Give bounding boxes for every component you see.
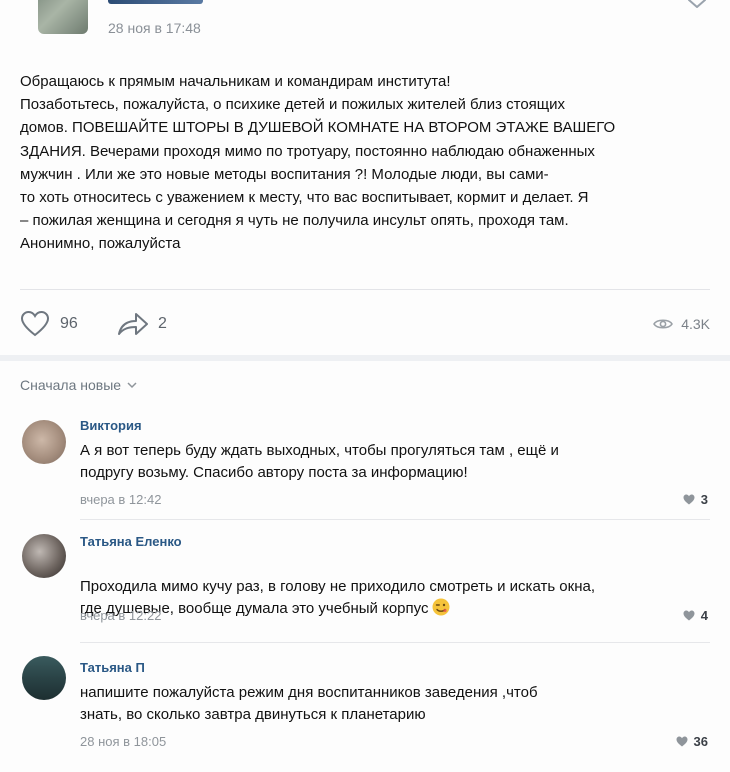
post-text: Обращаюсь к прямым начальникам и команди… bbox=[20, 73, 616, 253]
section-divider bbox=[0, 355, 730, 361]
share-arrow-icon bbox=[118, 313, 148, 335]
comment-author[interactable]: Виктория bbox=[80, 418, 142, 433]
heart-icon bbox=[683, 610, 695, 621]
comment-like-button[interactable]: 4 bbox=[683, 608, 708, 623]
comment-date[interactable]: 28 ноя в 18:05 bbox=[80, 734, 166, 749]
comment-text: напишите пожалуйста режим дня воспитанни… bbox=[80, 684, 538, 723]
comment-date[interactable]: вчера в 12:42 bbox=[80, 492, 161, 507]
comment-like-count: 36 bbox=[693, 734, 708, 749]
author-name[interactable] bbox=[108, 0, 203, 4]
comment-like-count: 4 bbox=[700, 608, 708, 623]
avatar[interactable] bbox=[22, 656, 66, 700]
comment-text: А я вот теперь буду ждать выходных, чтоб… bbox=[80, 442, 559, 481]
avatar[interactable] bbox=[22, 534, 66, 578]
like-button[interactable]: 96 bbox=[20, 308, 78, 340]
comment-like-count: 3 bbox=[700, 492, 708, 507]
comment-author[interactable]: Татьяна П bbox=[80, 660, 145, 675]
comment: Виктория А я вот теперь буду ждать выход… bbox=[0, 412, 730, 522]
views-count: 4.3K bbox=[681, 316, 710, 332]
eye-icon bbox=[653, 319, 674, 329]
comments-sort-dropdown[interactable]: Сначала новые bbox=[20, 377, 137, 393]
sort-label: Сначала новые bbox=[20, 377, 122, 393]
post-actions: 96 2 4.3K bbox=[20, 308, 710, 340]
views: 4.3K bbox=[653, 308, 710, 340]
author-avatar[interactable] bbox=[38, 0, 88, 34]
avatar[interactable] bbox=[22, 420, 66, 464]
comment-date[interactable]: вчера в 12:22 bbox=[80, 608, 161, 623]
comment-text: Проходила мимо кучу раз, в голову не при… bbox=[80, 554, 710, 620]
comment: Татьяна Еленко Проходила мимо кучу раз, … bbox=[0, 524, 730, 646]
share-button[interactable]: 2 bbox=[116, 308, 167, 340]
winking-face-emoji bbox=[432, 598, 450, 616]
comment-like-button[interactable]: 36 bbox=[676, 734, 708, 749]
comment-divider bbox=[80, 642, 710, 643]
post-divider bbox=[20, 289, 710, 290]
comment: Татьяна П напишите пожалуйста режим дня … bbox=[0, 650, 730, 770]
chevron-down-icon[interactable] bbox=[684, 0, 710, 14]
chevron-down-icon bbox=[127, 381, 137, 388]
comment-like-button[interactable]: 3 bbox=[683, 492, 708, 507]
comment-divider bbox=[80, 519, 710, 520]
heart-icon bbox=[676, 736, 688, 747]
heart-icon bbox=[20, 310, 50, 337]
heart-icon bbox=[683, 494, 695, 505]
like-count: 96 bbox=[60, 315, 78, 332]
post-header: 28 ноя в 17:48 bbox=[0, 0, 730, 50]
comment-author[interactable]: Татьяна Еленко bbox=[80, 534, 182, 549]
post-date[interactable]: 28 ноя в 17:48 bbox=[108, 20, 201, 36]
share-count: 2 bbox=[158, 315, 167, 332]
